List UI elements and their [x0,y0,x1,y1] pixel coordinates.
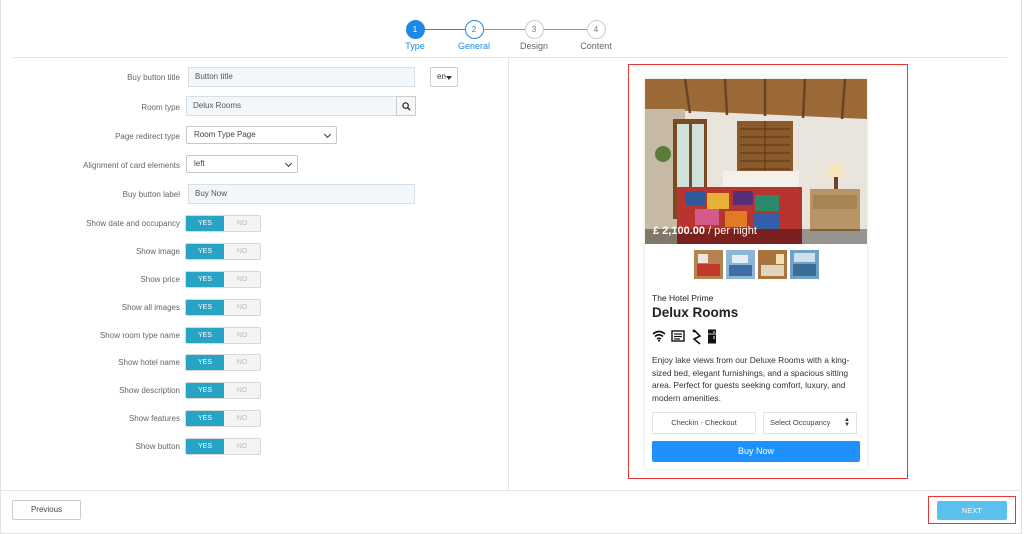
show-all-images-toggle[interactable]: YES NO [185,299,261,316]
divider [508,58,509,490]
toggle-yes[interactable]: YES [186,300,224,315]
price-amount: £ 2,100.00 [653,225,705,237]
select-value: Room Type Page [194,130,256,139]
select-value: left [194,159,205,168]
room-search-button[interactable] [396,96,416,116]
step-label: Content [580,41,612,51]
toggle-label: Show description [119,386,180,395]
caret-down-icon [446,76,452,80]
show-hotel-name-toggle[interactable]: YES NO [185,354,261,371]
fridge-icon [708,329,716,344]
search-icon [402,102,411,111]
step-general[interactable]: 2 General [444,20,504,51]
toggle-no[interactable]: NO [224,383,260,398]
language-dropdown[interactable]: en [430,67,458,87]
toggle-label: Show date and occupancy [86,219,180,228]
toggle-label: Show button [135,442,180,451]
toggle-yes[interactable]: YES [186,355,224,370]
step-content[interactable]: 4 Content [566,20,626,51]
room-type-label: Room type [141,103,180,112]
wifi-icon [652,330,666,342]
show-image-toggle[interactable]: YES NO [185,243,261,260]
chevron-down-icon [323,130,332,139]
divider [0,490,1022,491]
room-type-name: Delux Rooms [652,305,739,320]
step-label: General [457,41,491,51]
toggle-no[interactable]: NO [224,411,260,426]
room-description: Enjoy lake views from our Deluxe Rooms w… [652,355,850,403]
toggle-no[interactable]: NO [224,244,260,259]
page-redirect-type-label: Page redirect type [115,132,180,141]
toggle-yes[interactable]: YES [186,439,224,454]
thumbnail[interactable] [694,250,723,279]
newspaper-icon [671,330,685,342]
previous-button[interactable]: Previous [12,500,81,520]
toggle-label: Show price [140,275,180,284]
alignment-select[interactable]: left [186,155,298,173]
toggle-no[interactable]: NO [224,328,260,343]
bedroom-photo [645,79,867,244]
toggle-yes[interactable]: YES [186,328,224,343]
thumbnail[interactable] [758,250,787,279]
occupancy-value: Select Occupancy [770,418,831,427]
step-label: Design [519,41,548,51]
show-date-occupancy-toggle[interactable]: YES NO [185,215,261,232]
toggle-label: Show features [128,414,180,423]
toggle-yes[interactable]: YES [186,216,224,231]
chevron-down-icon [284,159,293,168]
toggle-yes[interactable]: YES [186,383,224,398]
toggle-label: Show room type name [99,331,180,340]
buy-button-title-label: Buy button title [127,73,180,82]
step-number: 4 [586,20,606,39]
show-button-toggle[interactable]: YES NO [185,438,261,455]
wizard-stepper: 1 Type 2 General 3 Design 4 Content [403,20,618,54]
hairdryer-icon [692,329,702,345]
thumbnail[interactable] [790,250,819,279]
step-type[interactable]: 1 Type [385,20,445,51]
buy-button-title-input[interactable]: Button title [188,67,415,87]
checkin-checkout-field[interactable]: Checkin - Checkout [652,412,756,434]
toggle-label: Show image [135,247,180,256]
buy-now-button[interactable]: Buy Now [652,441,860,462]
step-design[interactable]: 3 Design [504,20,564,51]
step-number: 3 [524,20,544,39]
toggle-label: Show all images [121,303,180,312]
page-redirect-type-select[interactable]: Room Type Page [186,126,337,144]
toggle-label: Show hotel name [118,358,180,367]
toggle-no[interactable]: NO [224,439,260,454]
toggle-no[interactable]: NO [224,272,260,287]
divider [12,57,1007,58]
room-image [645,79,867,244]
image-thumbnails [694,250,819,280]
next-button[interactable]: NEXT [937,501,1007,520]
toggle-no[interactable]: NO [224,300,260,315]
occupancy-select[interactable]: Select Occupancy ▲ ▼ [763,412,857,434]
room-type-input[interactable]: Delux Rooms [186,96,397,116]
show-room-type-name-toggle[interactable]: YES NO [185,327,261,344]
buy-button-label-input[interactable]: Buy Now [188,184,415,204]
toggle-no[interactable]: NO [224,216,260,231]
thumbnail[interactable] [726,250,755,279]
hotel-name: The Hotel Prime [652,293,714,303]
show-features-toggle[interactable]: YES NO [185,410,261,427]
show-price-toggle[interactable]: YES NO [185,271,261,288]
step-number: 2 [464,20,484,39]
language-value: en [437,72,446,81]
show-description-toggle[interactable]: YES NO [185,382,261,399]
toggle-yes[interactable]: YES [186,411,224,426]
alignment-label: Alignment of card elements [83,161,180,170]
buy-button-label-label: Buy button label [122,190,180,199]
toggle-no[interactable]: NO [224,355,260,370]
step-label: Type [405,41,425,51]
step-number: 1 [405,20,425,39]
toggle-yes[interactable]: YES [186,244,224,259]
room-card-preview: £ 2,100.00 / per night The Hotel Prime D… [645,79,867,469]
sort-arrows-icon: ▲ ▼ [844,417,850,428]
price-suffix: / per night [705,225,757,237]
toggle-yes[interactable]: YES [186,272,224,287]
room-price: £ 2,100.00 / per night [653,225,757,237]
